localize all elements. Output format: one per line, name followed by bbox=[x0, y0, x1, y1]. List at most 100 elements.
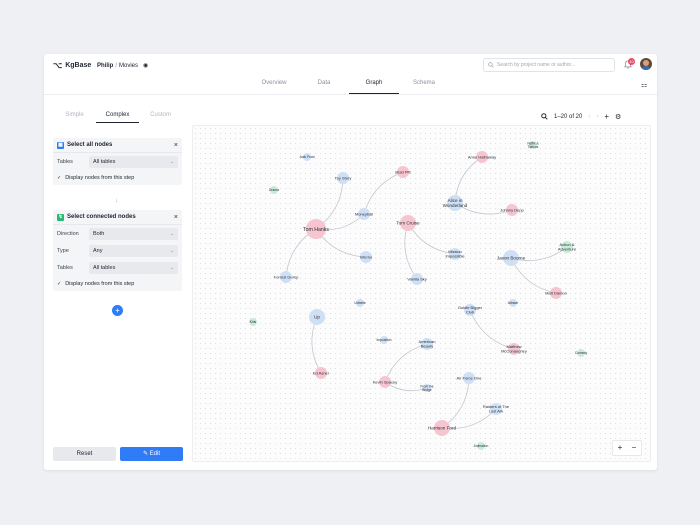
tables-select[interactable]: All tables ⌄ bbox=[89, 155, 178, 168]
graph-node-moneyball[interactable]: Moneyball bbox=[355, 208, 373, 220]
app-logo[interactable]: ⌥ KgBase bbox=[53, 61, 91, 70]
graph-node-action[interactable]: Action &Adventure bbox=[558, 241, 577, 253]
breadcrumb-owner[interactable]: Philip bbox=[97, 63, 113, 69]
graph-node-mi[interactable]: MissionImpossible bbox=[445, 248, 465, 260]
tab-schema[interactable]: Schema bbox=[399, 78, 449, 94]
chevron-right-icon[interactable]: › bbox=[596, 114, 598, 120]
graph-node-attractr[interactable]: Attractr bbox=[508, 299, 520, 307]
graph-node-goldie[interactable]: Goldie BiggerClub bbox=[458, 304, 483, 316]
graph-node-anne[interactable]: Anne Hathaway bbox=[468, 151, 496, 163]
tab-simple[interactable]: Simple bbox=[53, 112, 96, 123]
graph-node-label: Brad Pitt bbox=[395, 169, 411, 174]
graph-node-label: Impossible bbox=[445, 254, 465, 259]
graph-node-jackfrost[interactable]: Jack Frost bbox=[299, 153, 315, 161]
search-icon[interactable] bbox=[541, 113, 548, 120]
step-title: Select connected nodes bbox=[67, 214, 136, 220]
graph-svg[interactable]: Tom Hanks Forrest Gump Toy Story Moneyball I… bbox=[193, 126, 651, 462]
graph-canvas[interactable]: Tom Hanks Forrest Gump Toy Story Moneyball I… bbox=[192, 125, 651, 462]
tables-select[interactable]: All tables ⌄ bbox=[89, 261, 178, 274]
display-nodes-label: Display nodes from this step bbox=[65, 280, 135, 287]
type-label: Type bbox=[57, 247, 69, 254]
gear-icon[interactable]: ⚙ bbox=[615, 113, 621, 121]
direction-select[interactable]: Both ⌄ bbox=[89, 227, 178, 240]
graph-node-tomcruise[interactable]: Tom Cruise bbox=[396, 215, 420, 231]
graph-edge bbox=[363, 171, 404, 215]
graph-node-drama[interactable]: Drama bbox=[269, 186, 279, 194]
graph-node-depp[interactable]: Johnny Depp bbox=[500, 204, 525, 216]
graph-node-label: Drama bbox=[269, 188, 279, 192]
display-nodes-checkbox[interactable]: ✓ Display nodes from this step bbox=[53, 170, 182, 185]
reset-button[interactable]: Reset bbox=[53, 447, 116, 461]
graph-node-label: McConaughey bbox=[501, 349, 527, 354]
avatar[interactable] bbox=[640, 58, 652, 70]
tables-row: Tables All tables ⌄ bbox=[53, 259, 182, 276]
main-tabs: Overview Data Graph Schema bbox=[249, 78, 449, 94]
graph-node-label: Inferno bbox=[360, 254, 373, 259]
tables-value: All tables bbox=[93, 158, 116, 165]
add-icon[interactable]: + bbox=[604, 112, 609, 121]
layout-settings-icon[interactable]: ⚏ bbox=[641, 81, 647, 89]
connect-icon: ↯ bbox=[57, 213, 64, 221]
tab-data[interactable]: Data bbox=[299, 78, 349, 94]
arrow-down-icon: ↓ bbox=[115, 198, 118, 204]
graph-node-spacey[interactable]: Kevin Spacey bbox=[373, 376, 397, 388]
close-icon[interactable]: × bbox=[174, 214, 178, 221]
graph-edge bbox=[454, 156, 483, 204]
graph-node-comedy[interactable]: Comedy bbox=[575, 349, 588, 357]
top-bar: ⌥ KgBase Philip / Movies ◉ Search by pro… bbox=[44, 54, 657, 78]
graph-node-ford[interactable]: Harrison Ford bbox=[428, 420, 457, 436]
graph-node-kids[interactable]: Kids bbox=[249, 318, 257, 326]
graph-node-forrest[interactable]: Forrest Gump bbox=[274, 271, 299, 283]
tab-graph[interactable]: Graph bbox=[349, 78, 399, 94]
avatar-body bbox=[641, 66, 651, 70]
search-placeholder: Search by project name or author... bbox=[497, 62, 576, 68]
type-value: Any bbox=[93, 247, 103, 254]
search-input[interactable]: Search by project name or author... bbox=[483, 58, 615, 72]
type-select[interactable]: Any ⌄ bbox=[89, 244, 178, 257]
graph-node-neflix[interactable]: Neflix &Tattoos bbox=[527, 141, 539, 149]
graph-node-edasner[interactable]: Ed Asner bbox=[313, 367, 330, 379]
graph-node-label: Air Force One bbox=[457, 375, 483, 380]
graph-node-imposition[interactable]: Imposition bbox=[376, 336, 392, 344]
zoom-out-button[interactable]: − bbox=[627, 441, 641, 455]
graph-node-up[interactable]: Up bbox=[309, 309, 325, 325]
graph-node-toystory[interactable]: Toy Story bbox=[335, 172, 352, 184]
tab-overview[interactable]: Overview bbox=[249, 78, 299, 94]
breadcrumb-project[interactable]: Movies bbox=[119, 63, 138, 69]
notification-badge: 10 bbox=[628, 58, 635, 65]
graph-node-label: Tom Hanks bbox=[303, 227, 329, 233]
graph-toolbar: 1–20 of 20 ‹ › + ⚙ bbox=[541, 112, 621, 121]
chevron-down-icon: ⌄ bbox=[169, 247, 174, 254]
tab-custom[interactable]: Custom bbox=[139, 112, 182, 123]
graph-edge bbox=[404, 222, 418, 280]
chevron-left-icon[interactable]: ‹ bbox=[588, 114, 590, 120]
graph-node-alice[interactable]: Alice inWonderland bbox=[443, 195, 468, 211]
graph-node-airforce[interactable]: Air Force One bbox=[457, 372, 483, 384]
graph-node-animation[interactable]: Animation bbox=[474, 442, 489, 450]
graph-node-unbelie[interactable]: Unbelie bbox=[354, 299, 366, 307]
graph-node-american[interactable]: AmericanBeauty bbox=[419, 338, 436, 350]
close-icon[interactable]: × bbox=[174, 142, 178, 149]
graph-node-bradpitt[interactable]: Brad Pitt bbox=[395, 166, 412, 178]
graph-node-damon[interactable]: Matt Damon bbox=[545, 287, 567, 299]
add-step-button[interactable]: + bbox=[112, 305, 123, 316]
graph-node-label: Adventure bbox=[558, 247, 577, 252]
graph-node-label: Jason Bourne bbox=[497, 256, 526, 261]
step-select-all-nodes: ▦ Select all nodes × Tables All tables ⌄… bbox=[53, 138, 182, 185]
step-select-connected-nodes: ↯ Select connected nodes × Direction Bot… bbox=[53, 210, 182, 291]
tab-complex[interactable]: Complex bbox=[96, 112, 139, 123]
edit-label: Edit bbox=[149, 451, 161, 457]
graph-node-mcconaughey[interactable]: MatthewMcConaughey bbox=[501, 343, 527, 355]
graph-node-raiders[interactable]: Raiders of TheLost Ark bbox=[483, 403, 510, 415]
graph-edge bbox=[441, 377, 470, 429]
graph-node-label: Attractr bbox=[508, 301, 520, 305]
graph-node-label: Kids bbox=[250, 320, 257, 324]
edit-button[interactable]: ✎ Edit bbox=[120, 447, 183, 461]
graph-node-fromedge[interactable]: From theBridge bbox=[420, 384, 434, 392]
graph-node-bourne[interactable]: Jason Bourne bbox=[497, 250, 526, 266]
graph-node-vanilla[interactable]: Vanilla Sky bbox=[407, 273, 427, 285]
graph-node-inferno[interactable]: Inferno bbox=[360, 251, 373, 263]
display-nodes-checkbox[interactable]: ✓ Display nodes from this step bbox=[53, 276, 182, 291]
zoom-in-button[interactable]: + bbox=[613, 441, 627, 455]
step-title: Select all nodes bbox=[67, 142, 113, 148]
